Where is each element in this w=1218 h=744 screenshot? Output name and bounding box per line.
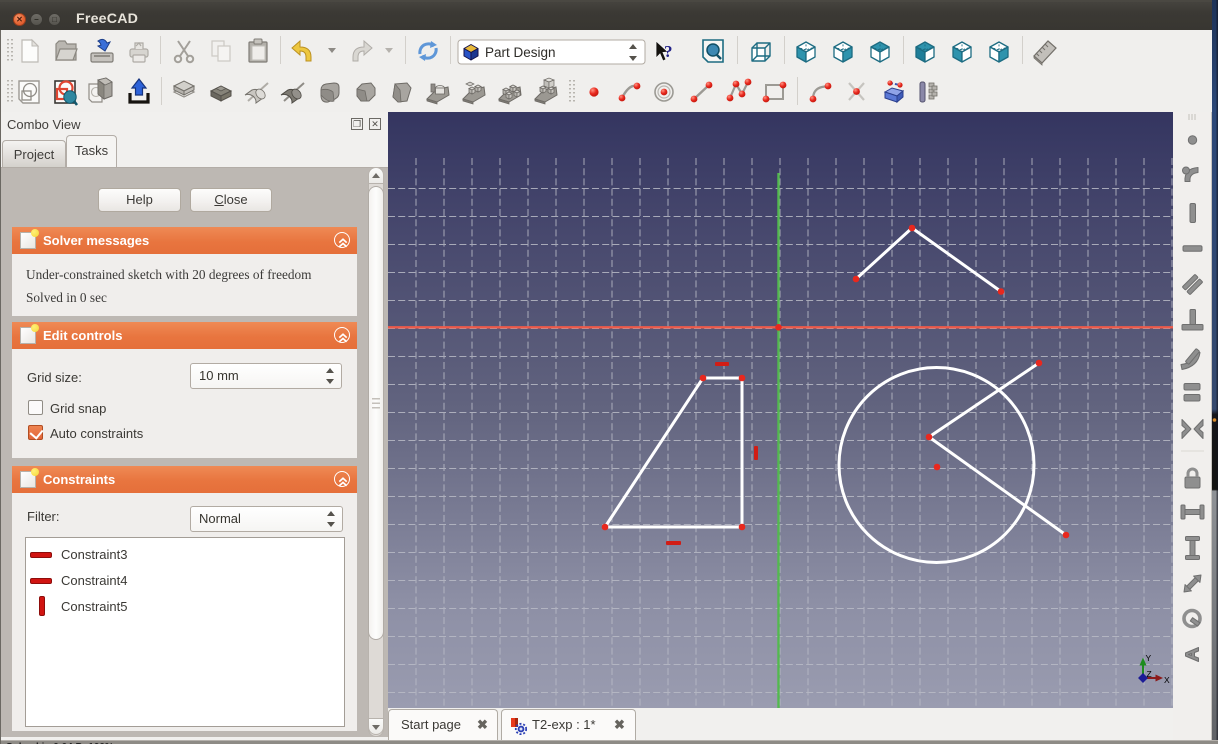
svg-text:Part Design: Part Design: [485, 45, 556, 60]
svg-text:Z: Z: [1147, 669, 1152, 679]
svg-text:Y: Y: [1146, 653, 1152, 663]
svg-text:X: X: [1164, 675, 1170, 685]
svg-text:?: ?: [664, 42, 673, 61]
